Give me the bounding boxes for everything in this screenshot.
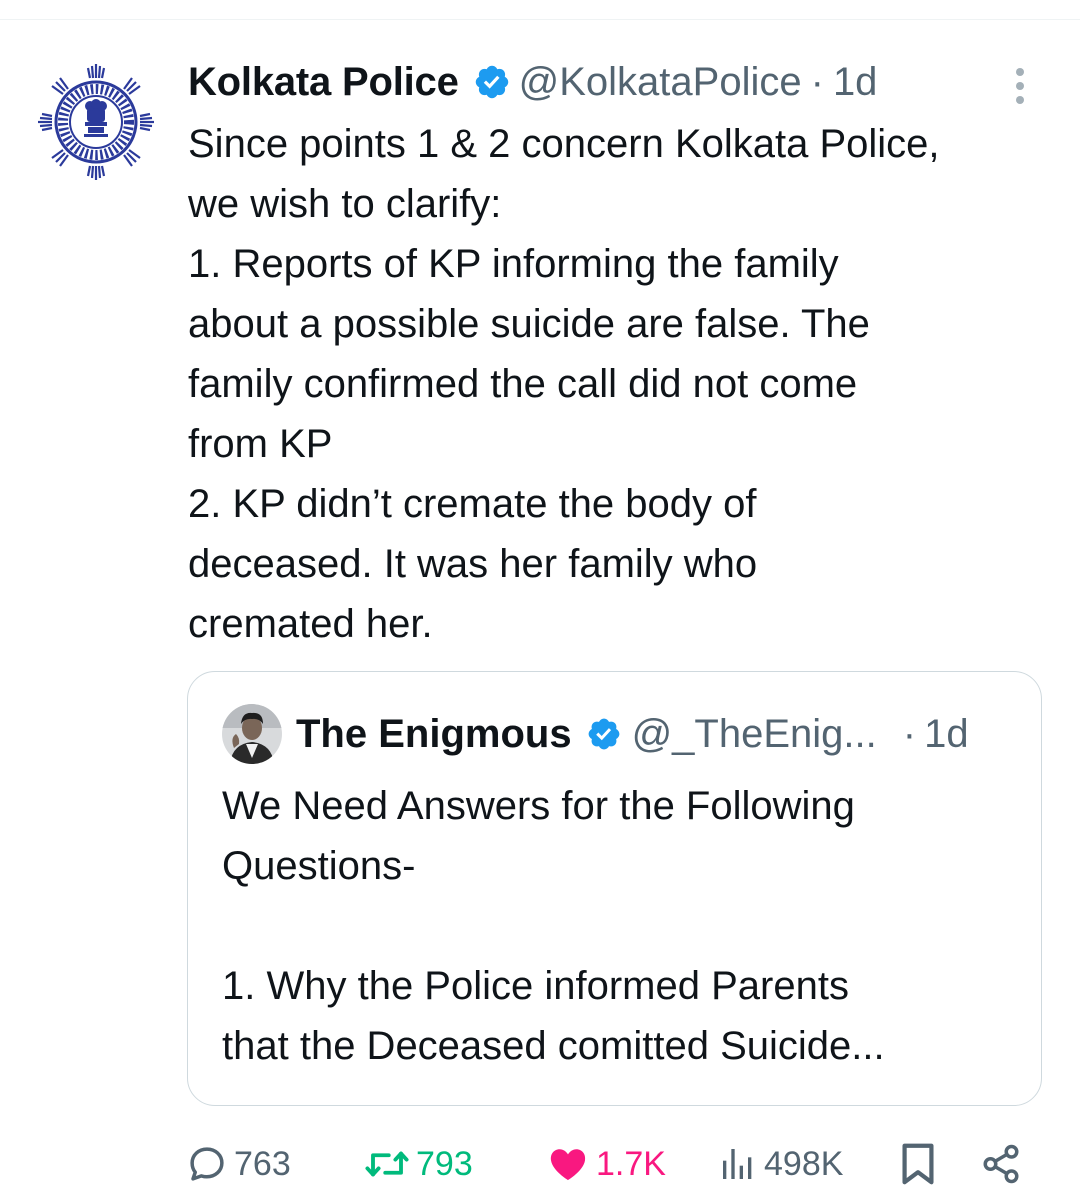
tweet-text-line: family confirmed the call did not come — [188, 362, 858, 406]
quoted-tweet-card[interactable]: The Enigmous @_TheEnig... · 1d We Need A… — [187, 671, 1042, 1106]
tweet-text-line: Since points 1 & 2 concern Kolkata Polic… — [188, 122, 940, 166]
repost-icon — [365, 1151, 409, 1177]
quoted-tweet-timestamp: 1d — [924, 711, 969, 756]
tweet-text-line: cremated her. — [188, 602, 433, 646]
reply-count: 763 — [234, 1144, 291, 1183]
tweet-timestamp[interactable]: 1d — [833, 60, 878, 105]
share-icon — [983, 1144, 1019, 1184]
more-vertical-icon[interactable] — [1005, 62, 1035, 110]
quoted-author-display-name: The Enigmous — [296, 711, 572, 756]
person-avatar-icon — [222, 704, 282, 764]
like-count: 1.7K — [596, 1144, 666, 1183]
views-count: 498K — [764, 1144, 844, 1183]
quoted-author-handle: @_TheEnig... — [631, 711, 877, 756]
analytics-icon — [723, 1149, 752, 1179]
quoted-text-line: We Need Answers for the Following — [222, 784, 855, 828]
tweet-text-line: about a possible suicide are false. The — [188, 302, 870, 346]
like-button[interactable]: 1.7K — [546, 1138, 666, 1190]
verified-badge-icon — [588, 718, 619, 750]
tweet-text-line: deceased. It was her family who — [188, 542, 758, 586]
kolkata-police-emblem-icon — [38, 64, 154, 180]
tweet-text-line: 2. KP didn’t cremate the body of — [188, 482, 757, 526]
quoted-text-line — [222, 896, 1022, 956]
header-separator: · — [810, 59, 824, 104]
kolkata-police-avatar[interactable] — [34, 62, 158, 182]
tweet-header: Kolkata Police @KolkataPolice · 1d — [188, 54, 1048, 110]
tweet-action-bar: 763 793 1.7K 498K — [0, 1138, 1080, 1190]
tweet-text-line: from KP — [188, 422, 333, 466]
heart-icon — [550, 1149, 586, 1181]
tweet-text-line: 1. Reports of KP informing the family — [188, 242, 839, 286]
top-divider — [0, 19, 1080, 20]
repost-button[interactable]: 793 — [364, 1138, 473, 1190]
verified-badge-icon — [475, 65, 508, 99]
share-button[interactable] — [980, 1138, 1022, 1190]
quoted-author-avatar — [222, 704, 282, 764]
author-display-name[interactable]: Kolkata Police — [188, 60, 459, 105]
quoted-tweet-text: We Need Answers for the Following Questi… — [222, 776, 1022, 1076]
repost-count: 793 — [416, 1144, 473, 1183]
quoted-text-line: 1. Why the Police informed Parents — [222, 964, 849, 1008]
quoted-tweet-header: The Enigmous @_TheEnig... · 1d — [222, 702, 1022, 766]
reply-icon — [190, 1147, 224, 1181]
quoted-text-line: that the Deceased comitted Suicide... — [222, 1024, 885, 1068]
tweet-text: Since points 1 & 2 concern Kolkata Polic… — [188, 114, 1068, 654]
quoted-text-line: Questions- — [222, 844, 416, 888]
reply-button[interactable]: 763 — [186, 1138, 291, 1190]
quoted-header-separator: · — [902, 711, 917, 756]
tweet-text-line: we wish to clarify: — [188, 182, 502, 226]
bookmark-button[interactable] — [898, 1138, 938, 1190]
views-button[interactable]: 498K — [718, 1138, 843, 1190]
author-handle[interactable]: @KolkataPolice — [519, 60, 802, 105]
bookmark-icon — [902, 1143, 934, 1185]
